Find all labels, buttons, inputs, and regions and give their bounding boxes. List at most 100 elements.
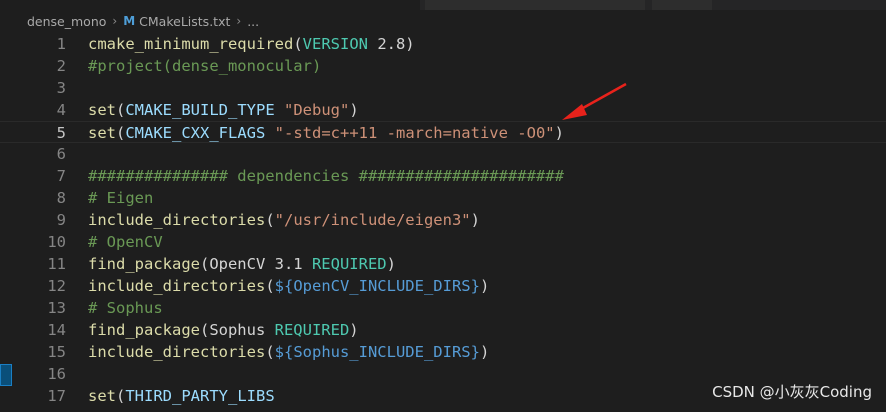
- line-code[interactable]: set(CMAKE_CXX_FLAGS "-std=c++11 -march=n…: [88, 122, 564, 144]
- tab-bar: [0, 0, 886, 10]
- breadcrumb: dense_mono › M CMakeLists.txt › ...: [0, 10, 886, 32]
- line-number: 10: [47, 233, 66, 251]
- code-token: set: [88, 124, 116, 142]
- code-line[interactable]: 11 find_package(OpenCV 3.1 REQUIRED): [0, 253, 886, 275]
- code-line[interactable]: 14 find_package(Sophus REQUIRED): [0, 319, 886, 341]
- code-token: "Debug": [284, 101, 350, 119]
- line-number: 1: [56, 35, 66, 53]
- line-code[interactable]: #project(dense_monocular): [88, 55, 321, 77]
- line-code[interactable]: set(CMAKE_BUILD_TYPE "Debug"): [88, 99, 359, 121]
- code-token: # Sophus: [88, 299, 163, 317]
- code-token: # OpenCV: [88, 233, 163, 251]
- code-line[interactable]: 13 # Sophus: [0, 297, 886, 319]
- line-number: 12: [47, 277, 66, 295]
- line-number: 4: [56, 101, 66, 119]
- code-token: ): [554, 124, 564, 142]
- breadcrumb-file[interactable]: CMakeLists.txt: [139, 14, 230, 29]
- code-token: 2.8): [367, 35, 415, 53]
- code-line[interactable]: 1 cmake_minimum_required(VERSION 2.8): [0, 33, 886, 55]
- code-line[interactable]: 3: [0, 77, 886, 99]
- code-token: (: [116, 387, 126, 405]
- breadcrumb-folder[interactable]: dense_mono: [27, 14, 106, 29]
- code-token: CMAKE_BUILD_TYPE: [125, 101, 275, 119]
- code-line[interactable]: 2 #project(dense_monocular): [0, 55, 886, 77]
- code-token: ): [479, 343, 490, 361]
- line-number: 7: [56, 167, 66, 185]
- code-token: (: [265, 343, 275, 361]
- breadcrumb-symbol[interactable]: ...: [247, 14, 259, 29]
- code-token: ############### dependencies ###########…: [88, 167, 564, 185]
- code-token: include_directories: [88, 211, 266, 229]
- code-token: # Eigen: [88, 189, 154, 207]
- code-line[interactable]: 10 # OpenCV: [0, 231, 886, 253]
- code-line[interactable]: 12 include_directories(${OpenCV_INCLUDE_D…: [0, 275, 886, 297]
- code-line[interactable]: 15 include_directories(${Sophus_INCLUDE_D…: [0, 341, 886, 363]
- line-number: 13: [47, 299, 66, 317]
- tab-inactive-area[interactable]: [425, 0, 645, 10]
- code-token: cmake_minimum_required: [88, 35, 294, 53]
- line-number: 17: [47, 387, 66, 405]
- code-line[interactable]: 4 set(CMAKE_BUILD_TYPE "Debug"): [0, 99, 886, 121]
- chevron-right-icon: ›: [236, 14, 242, 28]
- tab-inactive-area-2[interactable]: [652, 0, 712, 10]
- code-line[interactable]: 6: [0, 143, 886, 165]
- code-token: include_directories: [88, 277, 266, 295]
- code-token: ): [386, 255, 396, 273]
- code-token: CMAKE_CXX_FLAGS: [125, 124, 266, 142]
- code-token: ${Sophus_INCLUDE_DIRS}: [274, 343, 480, 361]
- line-code[interactable]: # OpenCV: [88, 231, 163, 253]
- line-number: 15: [47, 343, 66, 361]
- line-number: 14: [47, 321, 66, 339]
- code-token: find_package: [88, 321, 200, 339]
- code-token: "-std=c++11 -march=native -O0": [274, 124, 555, 142]
- line-number: 9: [56, 211, 66, 229]
- code-line[interactable]: 7 ############### dependencies ##########…: [0, 165, 886, 187]
- code-token: (: [116, 124, 126, 142]
- line-number: 3: [56, 79, 66, 97]
- tab-active-area[interactable]: [0, 0, 420, 10]
- code-token: REQUIRED: [274, 321, 350, 339]
- code-token: "/usr/include/eigen3": [274, 211, 471, 229]
- code-token: (Sophus: [199, 321, 275, 339]
- line-number: 5: [56, 124, 66, 142]
- code-token: include_directories: [88, 343, 266, 361]
- code-token: REQUIRED: [311, 255, 387, 273]
- line-code[interactable]: find_package(OpenCV 3.1 REQUIRED): [88, 253, 396, 275]
- code-token: ): [470, 211, 480, 229]
- line-code[interactable]: include_directories(${OpenCV_INCLUDE_DIR…: [88, 275, 489, 297]
- line-number: 6: [56, 145, 66, 163]
- code-token: (: [265, 211, 275, 229]
- line-code[interactable]: ############### dependencies ###########…: [88, 165, 564, 187]
- code-token: ): [349, 321, 359, 339]
- chevron-right-icon: ›: [112, 14, 118, 28]
- line-code[interactable]: # Eigen: [88, 187, 153, 209]
- line-number: 8: [56, 189, 66, 207]
- code-token: ): [479, 277, 490, 295]
- line-code[interactable]: find_package(Sophus REQUIRED): [88, 319, 359, 341]
- code-line[interactable]: 9 include_directories("/usr/include/eigen…: [0, 209, 886, 231]
- code-token: #project(dense_monocular): [88, 57, 322, 75]
- watermark: CSDN @小灰灰Coding: [712, 383, 872, 401]
- line-code[interactable]: cmake_minimum_required(VERSION 2.8): [88, 33, 415, 55]
- line-code[interactable]: # Sophus: [88, 297, 163, 319]
- code-token: (: [265, 277, 275, 295]
- code-token: THIRD_PARTY_LIBS: [125, 387, 275, 405]
- line-number: 2: [56, 57, 66, 75]
- code-line[interactable]: 5 set(CMAKE_CXX_FLAGS "-std=c++11 -march=…: [0, 121, 886, 143]
- line-number: 16: [47, 365, 66, 383]
- code-token: find_package: [88, 255, 200, 273]
- code-line[interactable]: 8 # Eigen: [0, 187, 886, 209]
- code-token: VERSION: [302, 35, 368, 53]
- line-code[interactable]: include_directories("/usr/include/eigen3…: [88, 209, 480, 231]
- code-token: (: [116, 101, 126, 119]
- cmake-file-icon: M: [123, 14, 136, 28]
- line-code[interactable]: set(THIRD_PARTY_LIBS: [88, 385, 275, 407]
- code-token: (OpenCV 3.1: [199, 255, 312, 273]
- line-code[interactable]: include_directories(${Sophus_INCLUDE_DIR…: [88, 341, 489, 363]
- code-token: ${OpenCV_INCLUDE_DIRS}: [274, 277, 480, 295]
- code-editor[interactable]: 1 cmake_minimum_required(VERSION 2.8) 2 #pr…: [0, 32, 886, 412]
- code-token: (: [293, 35, 303, 53]
- code-token: set: [88, 101, 116, 119]
